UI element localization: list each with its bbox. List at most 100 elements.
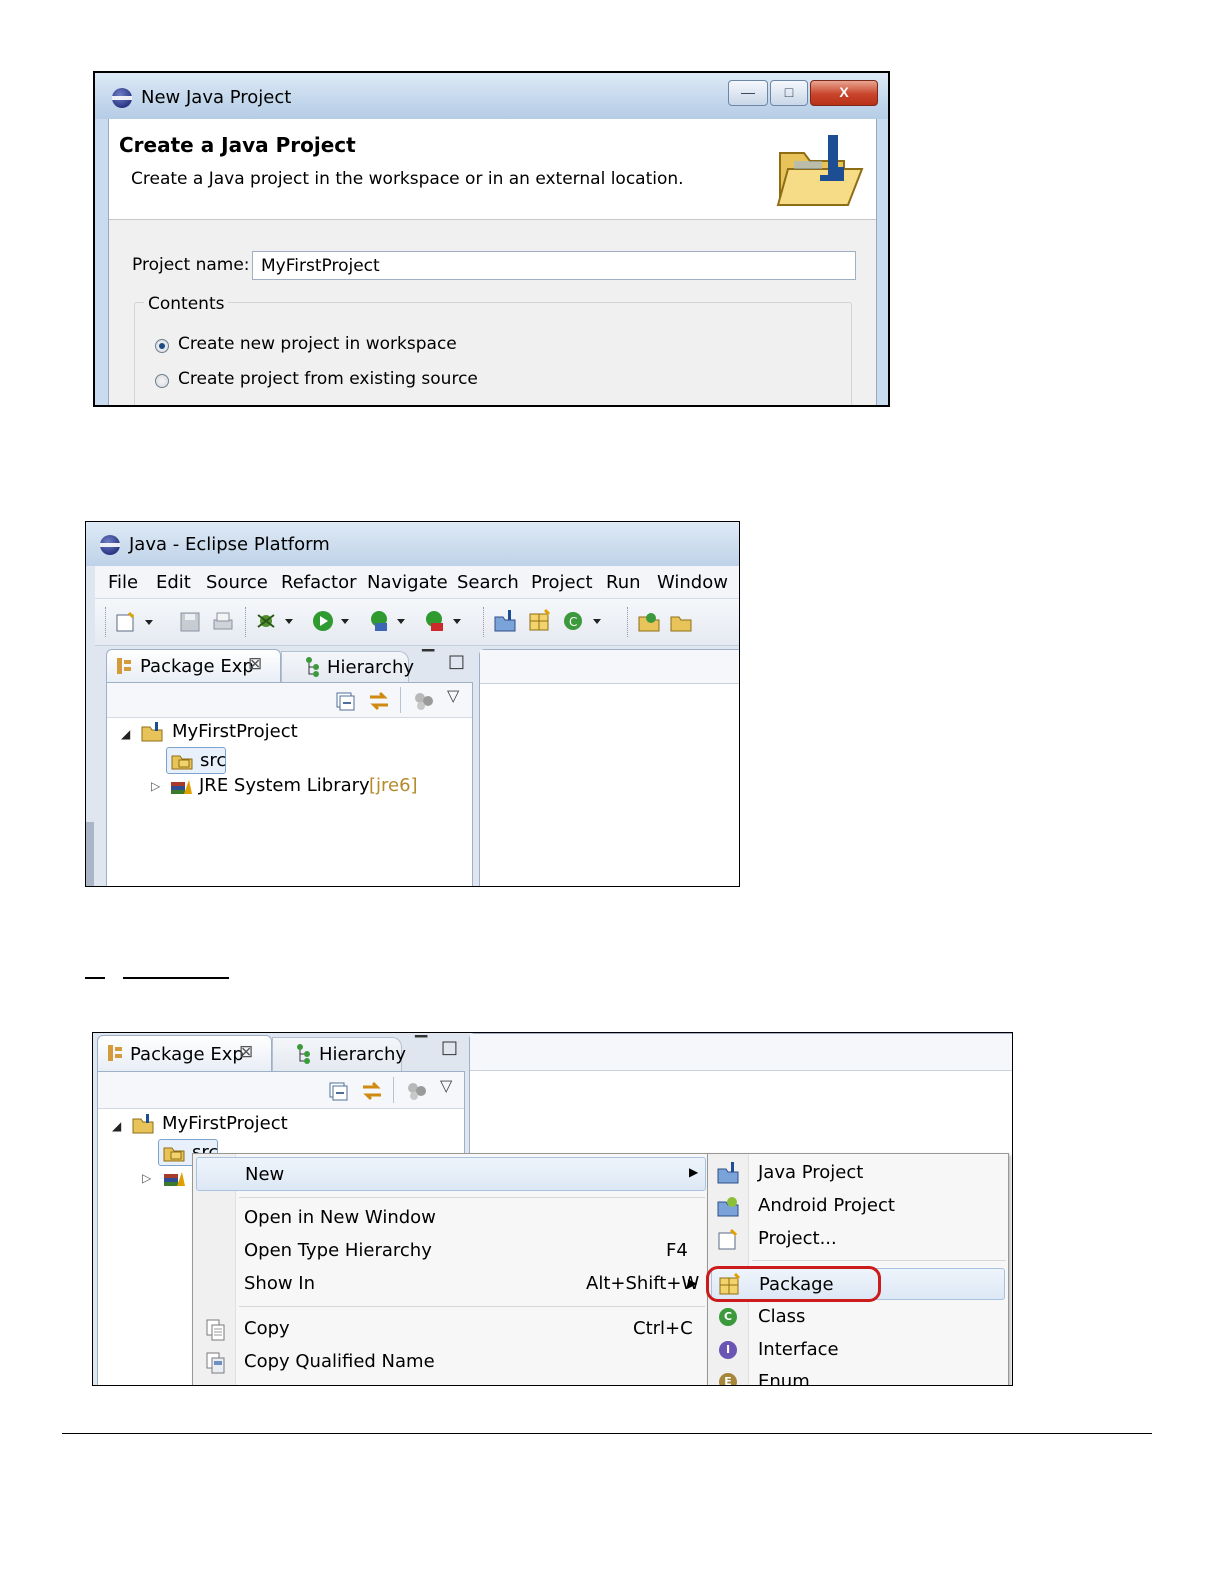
submenu-item-enum[interactable]: E Enum bbox=[711, 1368, 1005, 1385]
view-toolbar-separator bbox=[400, 687, 401, 713]
menu-item-open-new-window[interactable]: Open in New Window bbox=[196, 1203, 706, 1233]
menu-file[interactable]: File bbox=[108, 572, 138, 593]
menu-search[interactable]: Search bbox=[457, 572, 519, 593]
new-class-icon[interactable]: C bbox=[561, 609, 609, 633]
minimize-view-icon[interactable]: ▔ bbox=[415, 1035, 427, 1054]
link-with-editor-icon[interactable] bbox=[360, 1079, 384, 1103]
menu-separator bbox=[752, 1260, 1006, 1261]
svg-text:C: C bbox=[569, 615, 577, 629]
menu-item-copy[interactable]: Copy Ctrl+C bbox=[196, 1314, 706, 1344]
collapse-all-icon[interactable] bbox=[328, 1081, 348, 1101]
close-tab-icon[interactable]: ⊠ bbox=[248, 654, 262, 674]
menu-item-show-in[interactable]: Show In Alt+Shift+W ▶ bbox=[196, 1269, 706, 1299]
submenu-item-java-project[interactable]: Java Project bbox=[711, 1158, 1005, 1188]
maximize-view-icon[interactable]: □ bbox=[448, 651, 465, 672]
menu-run[interactable]: Run bbox=[606, 572, 641, 593]
collapsed-arrow-icon[interactable]: ▷ bbox=[142, 1171, 151, 1185]
project-name-value: MyFirstProject bbox=[261, 256, 380, 276]
project-name-field[interactable]: MyFirstProject bbox=[252, 251, 856, 280]
new-wizard-icon[interactable] bbox=[115, 611, 159, 633]
java-project-icon bbox=[132, 1114, 154, 1134]
new-project-icon bbox=[718, 1228, 738, 1250]
print-icon[interactable] bbox=[212, 611, 234, 633]
eclipse-menubar: File Edit Source Refactor Navigate Searc… bbox=[95, 566, 739, 599]
contents-group-label: Contents bbox=[144, 294, 229, 314]
menu-window[interactable]: Window bbox=[657, 572, 728, 593]
close-tab-icon[interactable]: ⊠ bbox=[239, 1042, 253, 1062]
new-java-project-dialog: New Java Project — □ X Create a Java Pro… bbox=[93, 71, 890, 407]
tree-src-node[interactable]: src bbox=[166, 747, 226, 774]
debug-icon[interactable] bbox=[255, 609, 299, 633]
java-project-folder-icon bbox=[776, 135, 864, 206]
menu-item-label: Show In bbox=[244, 1273, 316, 1294]
submenu-item-class[interactable]: C Class bbox=[711, 1303, 1005, 1333]
menu-navigate[interactable]: Navigate bbox=[367, 572, 448, 593]
open-folder-icon[interactable] bbox=[669, 609, 695, 633]
project-name-label: Project name: bbox=[132, 255, 250, 275]
radio-existing-source[interactable] bbox=[155, 374, 169, 388]
package-explorer-panel: ▽ ◢ MyFirstProject src ▷ JRE System Libr… bbox=[106, 682, 473, 886]
menu-edit[interactable]: Edit bbox=[156, 572, 191, 593]
menu-item-new[interactable]: New ▶ bbox=[196, 1157, 706, 1191]
library-icon bbox=[164, 1172, 185, 1186]
menu-item-copy-qualified-name[interactable]: Copy Qualified Name bbox=[196, 1347, 706, 1377]
radio-create-new-label[interactable]: Create new project in workspace bbox=[178, 334, 457, 354]
minimize-button[interactable]: — bbox=[728, 80, 768, 106]
submenu-arrow-icon: ▶ bbox=[688, 1276, 698, 1290]
copy-icon bbox=[206, 1319, 225, 1341]
expanded-arrow-icon[interactable]: ◢ bbox=[121, 727, 130, 741]
tab-hierarchy[interactable]: Hierarchy bbox=[281, 651, 414, 683]
new-package-icon[interactable] bbox=[527, 609, 553, 633]
submenu-item-project[interactable]: Project... bbox=[711, 1224, 1005, 1254]
tree-library[interactable]: JRE System Library bbox=[199, 775, 370, 796]
package-explorer-icon bbox=[108, 1045, 122, 1061]
minimize-view-icon[interactable]: ▔ bbox=[422, 649, 434, 668]
enum-icon: E bbox=[719, 1373, 737, 1385]
menu-item-label: Open in New Window bbox=[244, 1207, 436, 1228]
external-tools-icon[interactable] bbox=[423, 609, 467, 633]
menu-source[interactable]: Source bbox=[206, 572, 268, 593]
run-icon[interactable] bbox=[311, 609, 355, 633]
maximize-view-icon[interactable]: □ bbox=[441, 1037, 458, 1058]
tab-hierarchy-label: Hierarchy bbox=[327, 657, 415, 678]
tree-project[interactable]: MyFirstProject bbox=[172, 721, 298, 742]
maximize-button[interactable]: □ bbox=[770, 80, 808, 106]
open-type-icon[interactable] bbox=[637, 609, 663, 633]
submenu-item-interface[interactable]: I Interface bbox=[711, 1336, 1005, 1366]
dialog-titlebar: New Java Project — □ X bbox=[95, 73, 888, 119]
package-explorer-view: Package Exp ⊠ Hierarchy ▔ □ ▽ ◢ MyFirstP… bbox=[106, 649, 473, 886]
expanded-arrow-icon[interactable]: ◢ bbox=[112, 1119, 121, 1133]
submenu-item-label: Android Project bbox=[758, 1195, 895, 1216]
new-java-project-icon[interactable] bbox=[493, 609, 519, 633]
view-menu-icon[interactable]: ▽ bbox=[447, 686, 459, 705]
collapsed-arrow-icon[interactable]: ▷ bbox=[151, 779, 160, 793]
tab-package-explorer[interactable]: Package Exp ⊠ bbox=[106, 649, 281, 683]
filters-icon[interactable] bbox=[413, 691, 435, 711]
link-with-editor-icon[interactable] bbox=[367, 689, 391, 713]
save-icon[interactable] bbox=[179, 611, 201, 633]
menu-item-open-type-hierarchy[interactable]: Open Type Hierarchy F4 bbox=[196, 1236, 706, 1266]
coverage-icon[interactable] bbox=[367, 609, 411, 633]
eclipse-titlebar: Java - Eclipse Platform bbox=[86, 522, 739, 566]
close-button[interactable]: X bbox=[810, 80, 878, 106]
view-menu-icon[interactable]: ▽ bbox=[440, 1076, 452, 1095]
library-icon bbox=[171, 780, 192, 794]
submenu-item-android-project[interactable]: Android Project bbox=[711, 1191, 1005, 1221]
menu-shortcut: Ctrl+C bbox=[633, 1318, 693, 1339]
eclipse-window: Java - Eclipse Platform File Edit Source… bbox=[85, 521, 740, 887]
copy-qualified-name-icon bbox=[206, 1352, 225, 1374]
radio-create-new[interactable] bbox=[155, 339, 169, 353]
tab-hierarchy[interactable]: Hierarchy bbox=[272, 1037, 406, 1071]
menu-project[interactable]: Project bbox=[531, 572, 593, 593]
dialog-title: New Java Project bbox=[141, 87, 292, 108]
dialog-body: Create a Java Project Create a Java proj… bbox=[108, 119, 877, 405]
tree-project[interactable]: MyFirstProject bbox=[162, 1113, 288, 1134]
editor-area bbox=[479, 649, 739, 886]
hierarchy-icon bbox=[297, 1044, 310, 1064]
filters-icon[interactable] bbox=[406, 1081, 428, 1101]
menu-refactor[interactable]: Refactor bbox=[281, 572, 357, 593]
collapse-all-icon[interactable] bbox=[335, 691, 355, 711]
class-icon: C bbox=[719, 1308, 737, 1326]
tab-package-explorer[interactable]: Package Exp ⊠ bbox=[97, 1035, 272, 1071]
radio-existing-source-label[interactable]: Create project from existing source bbox=[178, 369, 478, 389]
